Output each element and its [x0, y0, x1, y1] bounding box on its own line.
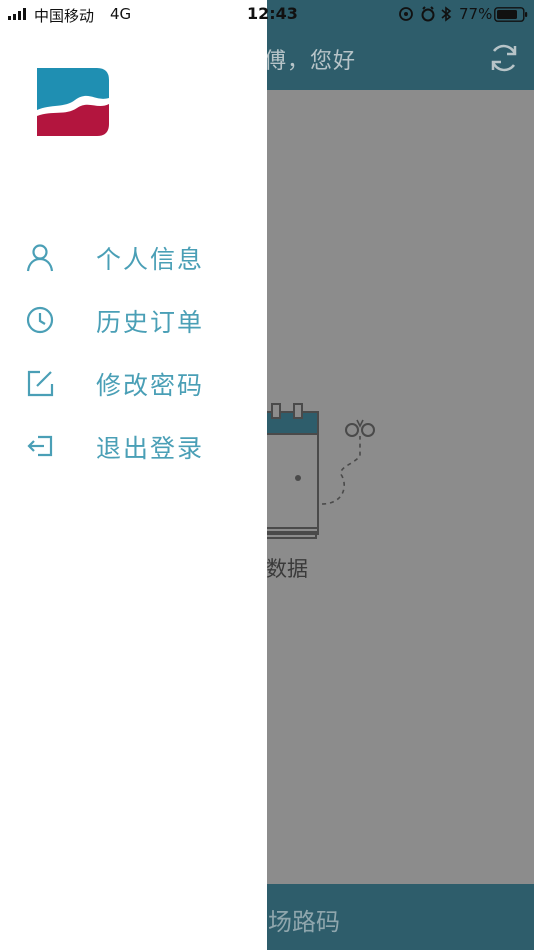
empty-state-illustration-icon	[251, 403, 375, 539]
edit-icon	[27, 370, 54, 397]
alarm-bluetooth-icon	[399, 6, 452, 22]
menu-label: 修改密码	[96, 371, 205, 400]
status-time: 12:43	[247, 4, 298, 23]
menu-item-logout[interactable]: 退出登录	[0, 415, 267, 475]
user-icon	[26, 244, 54, 272]
carrier-name: 中国移动	[34, 7, 95, 25]
battery-icon	[494, 7, 528, 22]
menu-item-order-history[interactable]: 历史订单	[0, 289, 267, 349]
empty-state-text: 数据	[266, 557, 308, 581]
refresh-icon[interactable]	[488, 42, 520, 74]
menu-label: 退出登录	[96, 434, 205, 463]
header-title: 傅，您好	[264, 49, 357, 74]
menu-label: 个人信息	[96, 245, 205, 274]
status-bar: 中国移动 4G 12:43 77%	[0, 0, 534, 28]
app-logo	[37, 68, 109, 136]
menu-item-change-password[interactable]: 修改密码	[0, 352, 267, 412]
network-type: 4G	[110, 5, 132, 23]
logout-icon	[27, 435, 53, 457]
menu-label: 历史订单	[96, 308, 205, 337]
footer-label: 场路码	[268, 908, 340, 936]
battery-percent: 77%	[459, 5, 493, 23]
clock-icon	[26, 306, 54, 334]
side-drawer: 个人信息 历史订单 修改密码 退出登录	[0, 0, 267, 950]
menu-item-profile[interactable]: 个人信息	[0, 226, 267, 286]
signal-icon	[8, 8, 26, 20]
